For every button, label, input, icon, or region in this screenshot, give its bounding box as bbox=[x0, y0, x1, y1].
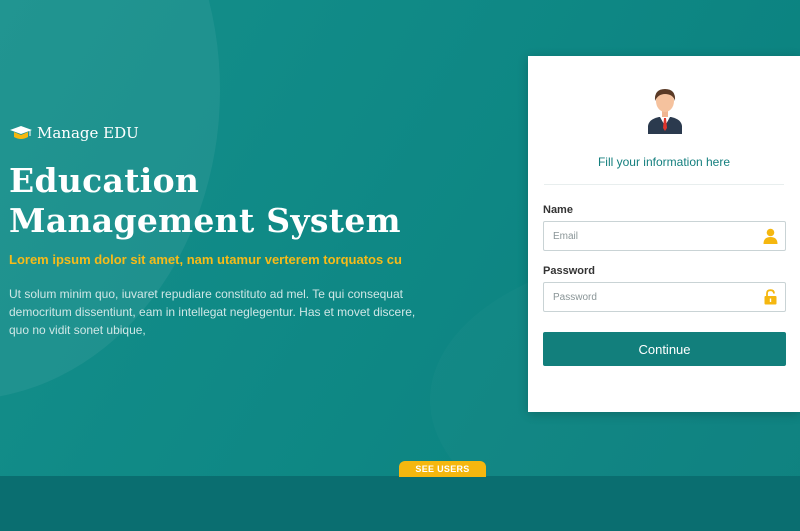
graduation-cap-icon bbox=[10, 126, 32, 139]
title-line: Education bbox=[9, 161, 200, 200]
brand-name: Manage EDU bbox=[37, 124, 139, 142]
login-card: Fill your information here Name Password… bbox=[528, 56, 800, 412]
password-field[interactable] bbox=[543, 282, 786, 312]
brand-logo[interactable]: Manage EDU bbox=[9, 122, 479, 144]
password-input[interactable] bbox=[544, 283, 744, 311]
page-title: Education Management System bbox=[9, 161, 479, 241]
email-field[interactable] bbox=[543, 221, 786, 251]
divider bbox=[544, 184, 784, 185]
footer-band bbox=[0, 476, 800, 531]
password-label: Password bbox=[543, 265, 595, 277]
user-avatar-icon bbox=[648, 89, 682, 134]
user-icon bbox=[763, 228, 778, 244]
login-heading: Fill your information here bbox=[597, 155, 731, 169]
hero-subtitle: Lorem ipsum dolor sit amet, nam utamur v… bbox=[9, 252, 402, 267]
continue-button[interactable]: Continue bbox=[543, 332, 786, 366]
name-label: Name bbox=[543, 204, 573, 216]
email-input[interactable] bbox=[544, 222, 744, 250]
title-line: Management System bbox=[9, 201, 401, 240]
hero-section: Manage EDU Education Management System L… bbox=[9, 122, 479, 339]
lock-icon bbox=[764, 289, 777, 305]
hero-description: Ut solum minim quo, iuvaret repudiare co… bbox=[9, 287, 416, 337]
see-users-button[interactable]: SEE USERS bbox=[399, 461, 486, 477]
